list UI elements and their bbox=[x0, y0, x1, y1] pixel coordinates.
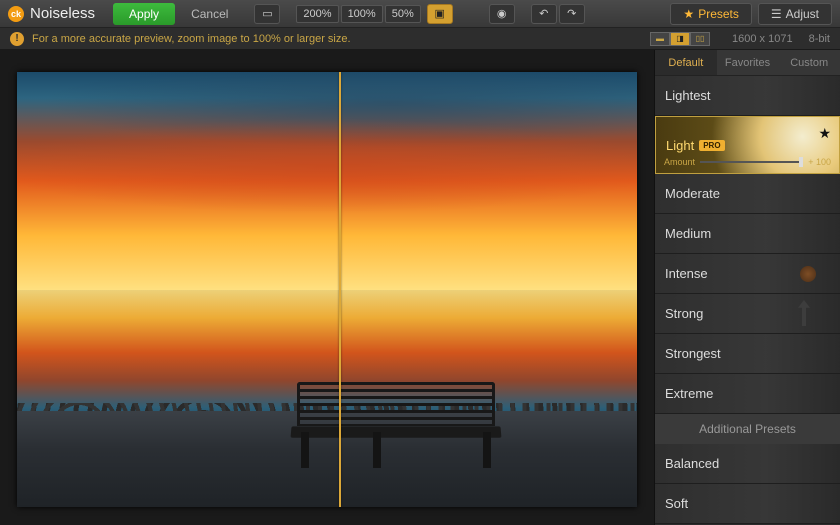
bit-depth: 8-bit bbox=[809, 33, 830, 45]
info-bar: ! For a more accurate preview, zoom imag… bbox=[0, 28, 840, 50]
redo-icon[interactable]: ↷ bbox=[559, 4, 585, 24]
zoom-200-button[interactable]: 200% bbox=[296, 5, 338, 23]
zoom-50-button[interactable]: 50% bbox=[385, 5, 421, 23]
amount-slider[interactable]: Amount + 100 bbox=[664, 157, 831, 167]
preset-lightest[interactable]: Lightest bbox=[655, 76, 840, 116]
preset-balanced[interactable]: Balanced bbox=[655, 444, 840, 484]
tab-custom[interactable]: Custom bbox=[778, 50, 840, 75]
presets-sidebar: Default Favorites Custom Lightest Light … bbox=[654, 50, 840, 525]
preset-label: Light bbox=[666, 138, 694, 153]
preset-extreme[interactable]: Extreme bbox=[655, 374, 840, 414]
preset-list: Lightest Light PRO ★ Amount + 100 Modera… bbox=[655, 76, 840, 525]
warning-icon: ! bbox=[10, 32, 24, 46]
preset-label: Medium bbox=[665, 226, 711, 241]
adjust-panel-button[interactable]: ☰ Adjust bbox=[758, 3, 832, 25]
image-canvas[interactable] bbox=[0, 50, 654, 525]
preset-label: Intense bbox=[665, 266, 708, 281]
pro-badge: PRO bbox=[699, 140, 724, 151]
preset-strongest[interactable]: Strongest bbox=[655, 334, 840, 374]
preset-label: Strongest bbox=[665, 346, 721, 361]
hint-text: For a more accurate preview, zoom image … bbox=[32, 33, 351, 45]
preview-group: ◉ bbox=[489, 4, 515, 24]
undo-icon[interactable]: ↶ bbox=[531, 4, 557, 24]
cancel-button[interactable]: Cancel bbox=[181, 3, 238, 25]
zoom-group: 200% 100% 50% bbox=[296, 5, 420, 23]
app-title: Noiseless bbox=[30, 5, 95, 22]
preview-image bbox=[17, 72, 637, 507]
app-logo-icon: ck bbox=[8, 6, 24, 22]
main-area: Default Favorites Custom Lightest Light … bbox=[0, 50, 840, 525]
zoom-100-button[interactable]: 100% bbox=[341, 5, 383, 23]
slider-thumb[interactable] bbox=[799, 157, 803, 167]
preset-label: Moderate bbox=[665, 186, 720, 201]
presets-label: Presets bbox=[698, 7, 739, 21]
preset-strong[interactable]: Strong bbox=[655, 294, 840, 334]
compare-split-icon[interactable]: ◨ bbox=[670, 32, 690, 46]
preset-medium[interactable]: Medium bbox=[655, 214, 840, 254]
preset-label: Soft bbox=[665, 496, 688, 511]
fit-screen-icon[interactable]: ▣ bbox=[427, 4, 453, 24]
bench-graphic bbox=[291, 358, 501, 468]
preset-label: Lightest bbox=[665, 88, 711, 103]
presets-panel-button[interactable]: ★ Presets bbox=[670, 3, 751, 25]
history-group: ↶ ↷ bbox=[531, 4, 585, 24]
adjust-label: Adjust bbox=[786, 7, 819, 21]
sliders-icon: ☰ bbox=[771, 7, 782, 21]
preset-label: Extreme bbox=[665, 386, 713, 401]
preset-tabs: Default Favorites Custom bbox=[655, 50, 840, 76]
preset-label: Balanced bbox=[665, 456, 719, 471]
compare-side-icon[interactable]: ▯▯ bbox=[690, 32, 710, 46]
preset-label: Strong bbox=[665, 306, 703, 321]
compare-mode-segment: ▬ ◨ ▯▯ bbox=[650, 32, 710, 46]
favorite-star-icon[interactable]: ★ bbox=[818, 125, 831, 142]
slider-track[interactable] bbox=[700, 161, 803, 163]
preset-soft[interactable]: Soft bbox=[655, 484, 840, 524]
preset-moderate[interactable]: Moderate bbox=[655, 174, 840, 214]
amount-label: Amount bbox=[664, 157, 695, 167]
amount-value: + 100 bbox=[808, 157, 831, 167]
compare-single-icon[interactable]: ▬ bbox=[650, 32, 670, 46]
export-icon[interactable]: ▭ bbox=[254, 4, 280, 24]
main-toolbar: ck Noiseless Apply Cancel ▭ 200% 100% 50… bbox=[0, 0, 840, 28]
tab-favorites[interactable]: Favorites bbox=[717, 50, 779, 75]
compare-divider[interactable] bbox=[339, 72, 341, 507]
preset-intense[interactable]: Intense bbox=[655, 254, 840, 294]
additional-presets-header: Additional Presets bbox=[655, 414, 840, 444]
tab-default[interactable]: Default bbox=[655, 50, 717, 75]
export-group: ▭ bbox=[254, 4, 280, 24]
preset-light[interactable]: Light PRO ★ Amount + 100 bbox=[655, 116, 840, 174]
apply-button[interactable]: Apply bbox=[113, 3, 175, 25]
eye-icon[interactable]: ◉ bbox=[489, 4, 515, 24]
image-dimensions: 1600 x 1071 bbox=[732, 33, 793, 45]
star-icon: ★ bbox=[683, 7, 694, 21]
